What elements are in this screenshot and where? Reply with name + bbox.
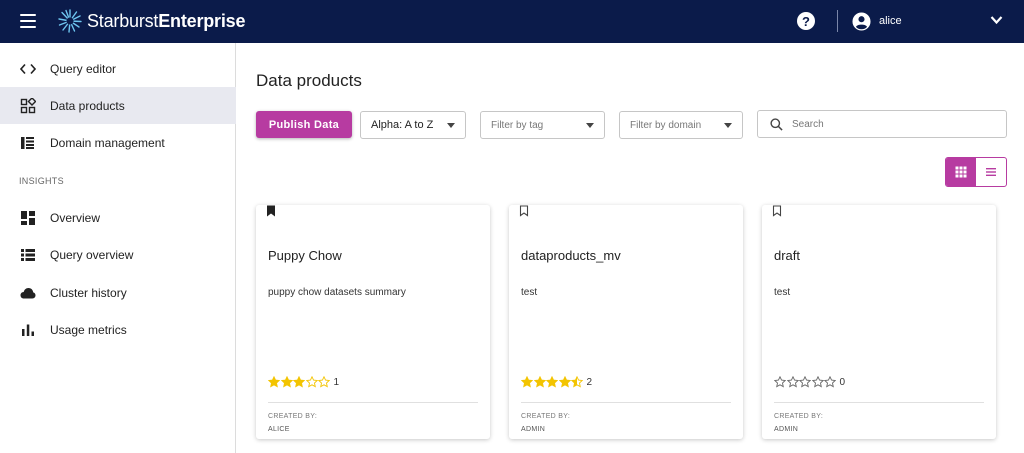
starburst-logo-icon xyxy=(58,9,82,33)
sidebar-item-query-editor[interactable]: Query editor xyxy=(0,50,236,87)
card-title: dataproducts_mv xyxy=(521,248,621,263)
code-icon xyxy=(20,61,36,77)
sidebar-item-label: Query overview xyxy=(50,247,134,262)
sidebar-item-overview[interactable]: Overview xyxy=(0,199,236,236)
card-divider xyxy=(774,402,984,403)
card-divider xyxy=(268,402,478,403)
star-filled-icon xyxy=(280,376,293,388)
top-bar: StarburstEnterprise ? alice xyxy=(0,0,1024,43)
star-rating xyxy=(521,376,584,388)
rating-count: 1 xyxy=(333,376,340,388)
card-rating: 1 xyxy=(268,375,339,389)
sidebar-item-cluster-history[interactable]: Cluster history xyxy=(0,274,236,311)
chevron-down-icon[interactable] xyxy=(990,15,1003,25)
card-rating: 2 xyxy=(521,375,592,389)
star-filled-icon xyxy=(521,376,533,388)
star-outline-icon xyxy=(774,376,786,388)
sidebar-item-label: Cluster history xyxy=(50,285,127,300)
help-icon[interactable]: ? xyxy=(797,12,815,30)
brand-name: StarburstEnterprise xyxy=(87,10,246,31)
caret-down-icon xyxy=(586,123,594,128)
card-description: test xyxy=(521,287,538,298)
star-filled-icon xyxy=(293,376,305,388)
rating-count: 0 xyxy=(839,376,846,388)
cloud-icon xyxy=(20,285,36,301)
star-outline-icon xyxy=(318,376,330,388)
sidebar-item-label: Usage metrics xyxy=(50,322,127,337)
card-title: Puppy Chow xyxy=(268,248,342,263)
sidebar: Query editor Data products Domain manage… xyxy=(0,43,236,453)
star-outline-icon xyxy=(799,376,811,388)
sidebar-item-domain-management[interactable]: Domain management xyxy=(0,124,236,161)
card-title: draft xyxy=(774,248,801,263)
sort-select[interactable]: Alpha: A to Z xyxy=(360,111,466,139)
filter-by-tag-placeholder: Filter by tag xyxy=(491,119,544,131)
data-product-card[interactable]: dataproducts_mv test 2 CREATED BY: ADMIN xyxy=(509,205,743,439)
card-divider xyxy=(521,402,731,403)
star-filled-icon xyxy=(533,376,546,388)
user-name: alice xyxy=(879,15,902,27)
created-by-user: ADMIN xyxy=(774,426,799,433)
grid-view-button[interactable] xyxy=(946,158,976,186)
star-outline-icon xyxy=(824,376,836,388)
insights-heading: INSIGHTS xyxy=(19,176,64,186)
list-icon xyxy=(986,168,996,176)
search-box xyxy=(757,110,1007,138)
star-half-icon xyxy=(571,376,583,388)
sidebar-item-label: Query editor xyxy=(50,61,117,76)
created-by-user: ALICE xyxy=(268,426,290,433)
created-by-label: CREATED BY: xyxy=(521,413,571,420)
sort-select-value: Alpha: A to Z xyxy=(371,119,434,131)
card-description: test xyxy=(774,287,791,298)
filter-by-tag-select[interactable]: Filter by tag xyxy=(480,111,605,139)
list-view-button[interactable] xyxy=(976,158,1006,186)
created-by-user: ADMIN xyxy=(521,426,546,433)
sidebar-item-label: Overview xyxy=(50,210,101,225)
sidebar-item-label: Domain management xyxy=(50,135,165,150)
sidebar-item-usage-metrics[interactable]: Usage metrics xyxy=(0,311,236,348)
star-filled-icon xyxy=(558,376,571,388)
search-icon xyxy=(770,118,783,131)
search-input[interactable] xyxy=(792,115,992,133)
domain-icon xyxy=(20,135,36,151)
filter-by-domain-select[interactable]: Filter by domain xyxy=(619,111,743,139)
created-by-label: CREATED BY: xyxy=(268,413,318,420)
list-icon xyxy=(20,247,36,263)
menu-icon[interactable] xyxy=(20,14,36,28)
sidebar-item-query-overview[interactable]: Query overview xyxy=(0,236,236,273)
created-by-label: CREATED BY: xyxy=(774,413,824,420)
sidebar-item-label: Data products xyxy=(50,98,125,113)
rating-count: 2 xyxy=(586,376,593,388)
star-outline-icon xyxy=(786,376,799,388)
bookmark-outline-icon[interactable] xyxy=(772,205,782,217)
brand-logo[interactable]: StarburstEnterprise xyxy=(58,9,245,33)
star-rating xyxy=(268,376,331,388)
filter-by-domain-placeholder: Filter by domain xyxy=(630,119,702,131)
caret-down-icon xyxy=(447,123,455,128)
data-product-card[interactable]: Puppy Chow puppy chow datasets summary 1… xyxy=(256,205,490,439)
account-circle-icon xyxy=(852,11,871,31)
publish-data-button[interactable]: Publish Data xyxy=(256,111,352,138)
star-rating xyxy=(774,376,837,388)
bar-chart-icon xyxy=(20,322,36,338)
sidebar-item-data-products[interactable]: Data products xyxy=(0,87,236,124)
card-description: puppy chow datasets summary xyxy=(268,287,406,298)
page-title: Data products xyxy=(256,71,362,90)
card-rating: 0 xyxy=(774,375,845,389)
star-filled-icon xyxy=(268,376,280,388)
topbar-divider xyxy=(837,10,838,32)
star-outline-icon xyxy=(811,376,824,388)
view-toggle xyxy=(945,157,1007,187)
caret-down-icon xyxy=(724,123,732,128)
dashboard-icon xyxy=(20,210,36,226)
data-product-card[interactable]: draft test 0 CREATED BY: ADMIN xyxy=(762,205,996,439)
grid-icon xyxy=(955,166,967,178)
data-products-icon xyxy=(20,97,36,114)
bookmark-filled-icon[interactable] xyxy=(266,205,276,217)
star-outline-icon xyxy=(305,376,318,388)
bookmark-outline-icon[interactable] xyxy=(519,205,529,217)
star-filled-icon xyxy=(546,376,558,388)
user-menu[interactable]: alice xyxy=(852,11,902,31)
